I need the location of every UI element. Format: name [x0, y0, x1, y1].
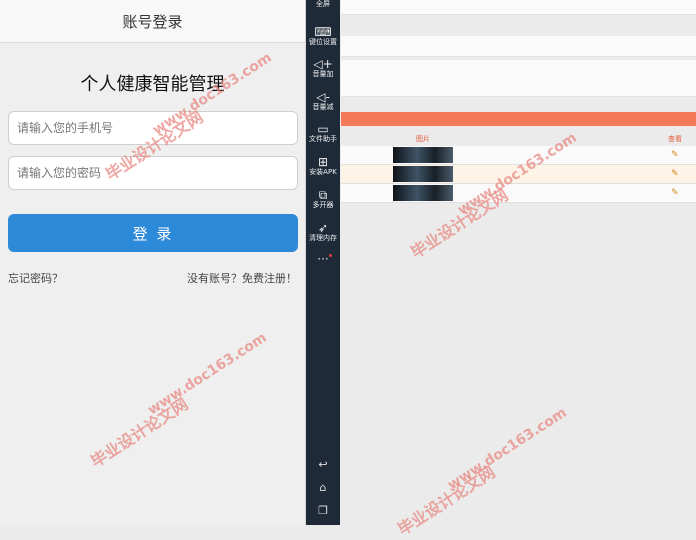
back-icon: ↩ — [318, 458, 328, 471]
volume-up-icon: ◁+ — [313, 57, 333, 71]
volume-down-icon: ◁- — [316, 90, 330, 104]
tool-install-apk[interactable]: ⊞ 安装APK — [306, 156, 340, 177]
tool-label: 安装APK — [309, 168, 337, 176]
column-header-view: 查看 — [668, 135, 682, 143]
row-thumbnail[interactable] — [393, 147, 453, 163]
table-row[interactable]: ✎ — [341, 184, 696, 203]
page-header-strip — [341, 0, 696, 15]
page-nav-strip — [341, 36, 696, 57]
login-screen: 账号登录 个人健康智能管理 登 录 忘记密码？ 没有账号？免费注册！ — [0, 0, 306, 525]
edit-icon[interactable]: ✎ — [671, 188, 679, 198]
forgot-password-link[interactable]: 忘记密码？ — [8, 270, 63, 286]
keyboard-icon: ⌨ — [314, 25, 332, 39]
tool-keyboard[interactable]: ⌨ 键位设置 — [306, 26, 340, 47]
tool-clean-memory[interactable]: ➶ 清理内存 — [306, 222, 340, 243]
tool-label: 文件助手 — [309, 135, 337, 143]
tool-volume-down[interactable]: ◁- 音量减 — [306, 91, 340, 112]
login-button[interactable]: 登 录 — [8, 214, 298, 252]
home-button[interactable]: ⌂ — [306, 481, 340, 494]
table-title-bar — [341, 112, 696, 126]
tool-label: 清理内存 — [309, 234, 337, 242]
app-title: 个人健康智能管理 — [80, 74, 225, 95]
column-header-image: 图片 — [416, 135, 430, 143]
install-apk-icon: ⊞ — [317, 155, 329, 169]
tool-label: 音量减 — [312, 103, 334, 111]
register-link[interactable]: 没有账号？免费注册！ — [187, 270, 297, 286]
more-button[interactable]: ··· — [306, 252, 340, 266]
password-input[interactable] — [8, 156, 298, 190]
tool-label: 键位设置 — [309, 38, 337, 46]
back-button[interactable]: ↩ — [306, 458, 340, 471]
tool-fullscreen[interactable]: 全屏 — [306, 0, 340, 9]
rocket-icon: ➶ — [317, 221, 329, 235]
row-thumbnail[interactable] — [393, 166, 453, 182]
edit-icon[interactable]: ✎ — [671, 169, 679, 179]
notification-dot — [329, 254, 332, 257]
tool-label: 全屏 — [316, 0, 330, 8]
tool-label: 音量加 — [312, 70, 334, 78]
tool-label: 多开器 — [312, 201, 334, 209]
recent-apps-button[interactable]: ❐ — [306, 504, 340, 517]
home-icon: ⌂ — [319, 481, 327, 494]
tool-volume-up[interactable]: ◁+ 音量加 — [306, 58, 340, 79]
edit-icon[interactable]: ✎ — [671, 150, 679, 160]
recent-apps-icon: ❐ — [318, 504, 328, 517]
tool-file-helper[interactable]: ▭ 文件助手 — [306, 123, 340, 144]
header-title: 账号登录 — [122, 12, 183, 31]
emulator-toolbar: 全屏 ⌨ 键位设置 ◁+ 音量加 ◁- 音量减 ▭ 文件助手 ⊞ 安装APK ⧉… — [306, 0, 340, 525]
tool-multi-instance[interactable]: ⧉ 多开器 — [306, 189, 340, 210]
file-monitor-icon: ▭ — [317, 122, 329, 136]
page-toolbar-strip — [341, 60, 696, 97]
more-icon: ··· — [317, 252, 329, 266]
login-header: 账号登录 — [0, 0, 305, 43]
multi-instance-icon: ⧉ — [318, 188, 328, 202]
row-thumbnail[interactable] — [393, 185, 453, 201]
